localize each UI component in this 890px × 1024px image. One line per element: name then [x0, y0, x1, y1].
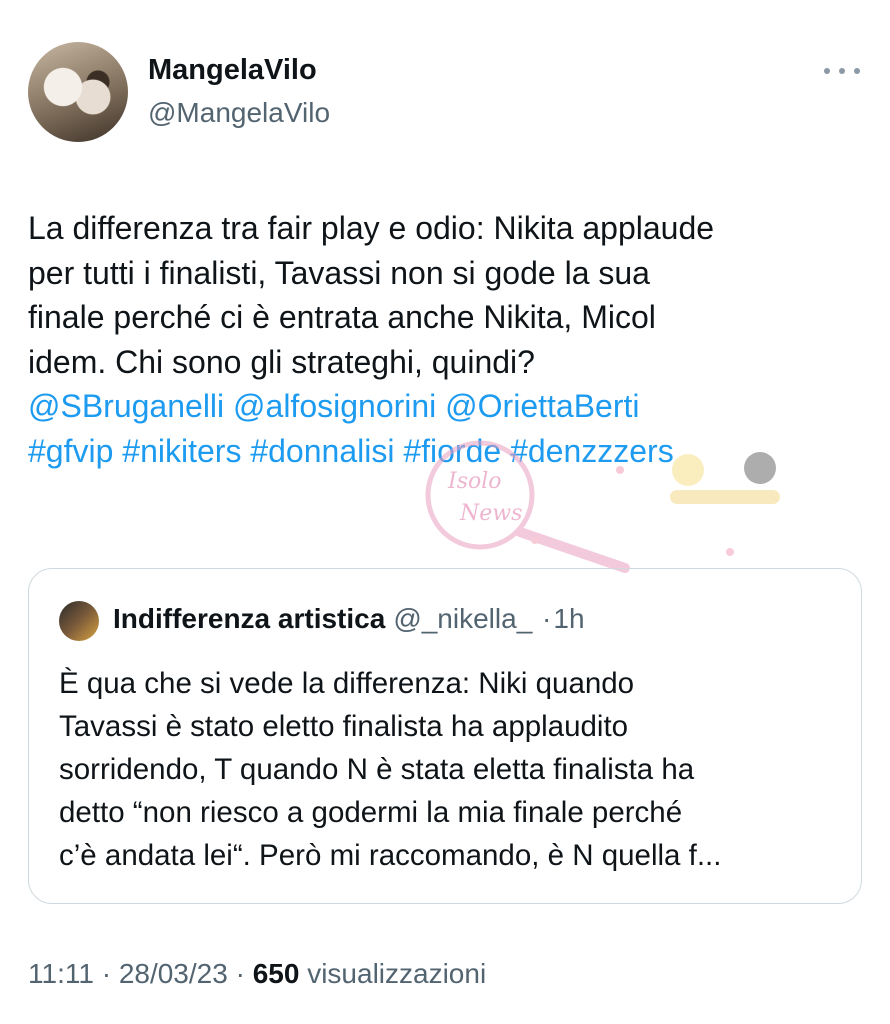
author-handle[interactable]: @MangelaVilo [148, 97, 330, 129]
quoted-line: c’è andata lei“. Però mi raccomando, è N… [59, 839, 722, 872]
more-dot-icon [854, 68, 860, 74]
more-dot-icon [824, 68, 830, 74]
tweet-line: finale perché ci è entrata anche Nikita,… [28, 299, 656, 335]
hashtags-line: #gfvip #nikiters #donnalisi #fiorde #den… [28, 429, 868, 474]
hashtag-link[interactable]: #fiorde [403, 433, 501, 469]
watermark-text: News [459, 501, 522, 526]
mentions-line: @SBruganelli @alfosignorini @OriettaBert… [28, 384, 868, 429]
views-count: 650 [252, 958, 300, 989]
tweet-date[interactable]: 28/03/23 [119, 958, 228, 989]
tweet-time[interactable]: 11:11 [28, 958, 94, 989]
mention-link[interactable]: @alfosignorini [233, 388, 436, 424]
hashtag-link[interactable]: #denzzzers [510, 433, 674, 469]
tweet-line: La differenza tra fair play e odio: Niki… [28, 210, 715, 246]
tweet-text: La differenza tra fair play e odio: Niki… [28, 206, 868, 473]
tweet-line: per tutti i finalisti, Tavassi non si go… [28, 254, 650, 291]
hashtag-link[interactable]: #donnalisi [250, 433, 394, 469]
quoted-author-avatar[interactable] [59, 601, 99, 641]
quoted-text: È qua che si vede la differenza: Niki qu… [59, 662, 849, 877]
author-display-name[interactable]: MangelaVilo [148, 54, 317, 87]
more-options-button[interactable] [820, 58, 864, 84]
more-dot-icon [839, 68, 845, 74]
quoted-line: È qua che si vede la differenza: Niki qu… [59, 667, 635, 700]
quoted-separator: · [542, 603, 552, 634]
quoted-line: Tavassi è stato eletto finalista ha appl… [59, 710, 629, 743]
mention-link[interactable]: @SBruganelli [28, 388, 224, 424]
tweet-line: idem. Chi sono gli strateghi, quindi? [28, 343, 535, 380]
quoted-line: sorridendo, T quando N è stata eletta fi… [59, 753, 695, 786]
meta-separator: · [235, 958, 245, 989]
quoted-time[interactable]: 1h [553, 603, 584, 634]
quoted-tweet-card[interactable]: Indifferenza artistica @_nikella_ ·1h È q… [28, 568, 862, 904]
meta-separator: · [101, 958, 112, 989]
views-label: visualizzazioni [307, 958, 487, 989]
author-avatar[interactable] [28, 42, 128, 142]
quoted-line: detto “non riesco a godermi la mia final… [59, 796, 683, 829]
quoted-handle[interactable]: @_nikella_ [393, 603, 532, 634]
quoted-header: Indifferenza artistica @_nikella_ ·1h [113, 603, 585, 635]
quoted-display-name[interactable]: Indifferenza artistica [113, 603, 385, 634]
hashtag-link[interactable]: #gfvip [28, 433, 113, 469]
tweet-meta: 11:11 · 28/03/23 · 650 visualizzazioni [28, 958, 486, 990]
mention-link[interactable]: @OriettaBerti [445, 388, 639, 424]
hashtag-link[interactable]: #nikiters [122, 433, 241, 469]
